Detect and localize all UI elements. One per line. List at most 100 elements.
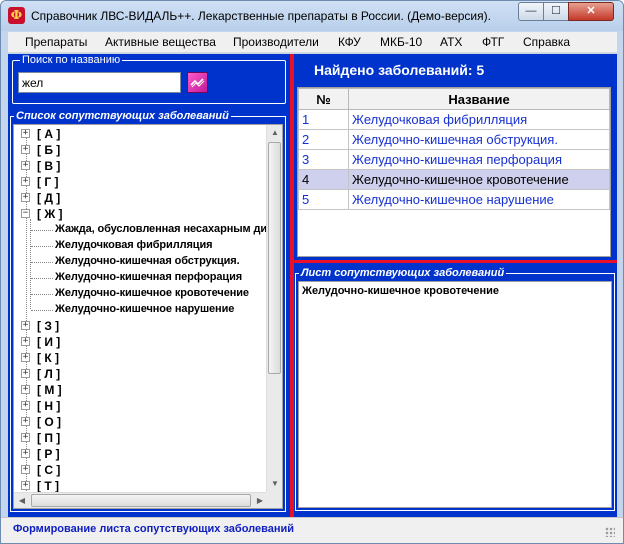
expand-icon[interactable]: +: [21, 353, 30, 362]
tree-node[interactable]: + [ К ]: [14, 350, 268, 366]
tree-node[interactable]: + [ Р ]: [14, 446, 268, 462]
table-row[interactable]: 5 Желудочно-кишечное нарушение: [298, 189, 610, 210]
expand-icon[interactable]: +: [21, 161, 30, 170]
expand-icon[interactable]: +: [21, 145, 30, 154]
tree-legend: Список сопутствующих заболеваний: [14, 110, 231, 122]
menu-item-help[interactable]: Справка: [523, 35, 570, 49]
scroll-thumb[interactable]: [31, 494, 251, 507]
column-header-name[interactable]: Название: [348, 88, 610, 110]
tree-node[interactable]: + [ О ]: [14, 414, 268, 430]
tree-leaf-label: Жажда, обусловленная несахарным диабетом: [55, 223, 268, 235]
title-bar[interactable]: Ф Справочник ЛВС-ВИДАЛЬ++. Лекарственные…: [1, 1, 623, 31]
expand-icon[interactable]: +: [21, 433, 30, 442]
scroll-up-icon[interactable]: ▲: [267, 125, 282, 141]
row-number: 1: [298, 109, 349, 130]
tree-node-label: [ Ж ]: [37, 207, 63, 221]
expand-icon[interactable]: +: [21, 449, 30, 458]
resize-grip-icon[interactable]: [605, 527, 615, 537]
tree-leaf[interactable]: Желудочно-кишечное кровотечение: [14, 286, 268, 302]
tree-node-expanded[interactable]: −[ Ж ]: [14, 206, 268, 222]
table-row[interactable]: 1 Желудочковая фибрилляция: [298, 109, 610, 130]
expand-icon[interactable]: +: [21, 465, 30, 474]
tree-node[interactable]: + [ П ]: [14, 430, 268, 446]
collapse-icon[interactable]: −: [21, 209, 30, 218]
tree-node-label: [ М ]: [37, 383, 62, 397]
horizontal-splitter[interactable]: [294, 260, 617, 263]
status-bar: Формирование листа сопутствующих заболев…: [1, 517, 623, 543]
tree-node[interactable]: + [ Л ]: [14, 366, 268, 382]
expand-icon[interactable]: +: [21, 193, 30, 202]
row-number: 2: [298, 129, 349, 150]
menu-item-active-substances[interactable]: Активные вещества: [105, 35, 216, 49]
results-grid[interactable]: № Название 1 Желудочковая фибрилляция 2 Же…: [297, 87, 611, 257]
row-number: 5: [298, 189, 349, 210]
row-number: 3: [298, 149, 349, 170]
tree-connector: [31, 262, 53, 263]
sheet-item[interactable]: Желудочно-кишечное кровотечение: [302, 285, 499, 297]
menu-item-manufacturers[interactable]: Производители: [233, 35, 319, 49]
tree-leaf[interactable]: Желудочно-кишечная перфорация: [14, 270, 268, 286]
expand-icon[interactable]: +: [21, 417, 30, 426]
table-row[interactable]: 2 Желудочно-кишечная обструкция.: [298, 129, 610, 150]
tree-node-label: [ Г ]: [37, 175, 59, 189]
expand-icon[interactable]: +: [21, 481, 30, 490]
expand-icon[interactable]: +: [21, 337, 30, 346]
tree-leaf-label: Желудочковая фибрилляция: [55, 239, 213, 251]
tree-node-label: [ Л ]: [37, 367, 61, 381]
tree-leaf[interactable]: Жажда, обусловленная несахарным диабетом: [14, 222, 268, 238]
expand-icon[interactable]: +: [21, 369, 30, 378]
tree-leaf[interactable]: Желудочно-кишечное нарушение: [14, 302, 268, 318]
table-row[interactable]: 3 Желудочно-кишечная перфорация: [298, 149, 610, 170]
row-name: Желудочно-кишечная перфорация: [348, 149, 610, 170]
tree-node-label: [ А ]: [37, 127, 61, 141]
expand-icon[interactable]: +: [21, 401, 30, 410]
tree-node[interactable]: + [ В ]: [14, 158, 268, 174]
search-go-button[interactable]: [187, 72, 208, 93]
minimize-button[interactable]: —: [518, 2, 544, 21]
tree-leaf[interactable]: Желудочно-кишечная обструкция.: [14, 254, 268, 270]
expand-icon[interactable]: +: [21, 321, 30, 330]
scroll-down-icon[interactable]: ▼: [267, 476, 282, 492]
tree-node[interactable]: + [ Д ]: [14, 190, 268, 206]
diseases-sheet-group: Лист сопутствующих заболеваний Желудочно…: [295, 267, 615, 511]
row-name: Желудочковая фибрилляция: [348, 109, 610, 130]
close-button[interactable]: ✕: [568, 2, 614, 21]
expand-icon[interactable]: +: [21, 385, 30, 394]
tree-node[interactable]: + [ Т ]: [14, 478, 268, 492]
tree-connector: [31, 310, 53, 311]
tree-node[interactable]: + [ З ]: [14, 318, 268, 334]
diseases-tree[interactable]: + [ А ] + [ Б ] + [ В ] + [ Г ] + [ Д ] −[ Ж …: [13, 124, 283, 509]
tree-node-label: [ С ]: [37, 463, 61, 477]
table-row-selected[interactable]: 4 Желудочно-кишечное кровотечение: [298, 169, 610, 190]
scroll-left-icon[interactable]: ◀: [14, 493, 30, 508]
status-text: Формирование листа сопутствующих заболев…: [13, 523, 295, 535]
menu-item-ftg[interactable]: ФТГ: [482, 35, 504, 49]
tree-node[interactable]: + [ И ]: [14, 334, 268, 350]
menu-item-kfu[interactable]: КФУ: [338, 35, 361, 49]
tree-leaf-label: Желудочно-кишечная перфорация: [55, 271, 243, 283]
column-header-number[interactable]: №: [298, 88, 349, 110]
search-input[interactable]: [18, 72, 181, 93]
tree-node[interactable]: + [ Б ]: [14, 142, 268, 158]
tree-node[interactable]: + [ С ]: [14, 462, 268, 478]
tree-node[interactable]: + [ А ]: [14, 126, 268, 142]
tree-leaf-label: Желудочно-кишечное нарушение: [55, 303, 235, 315]
scroll-thumb[interactable]: [268, 142, 281, 374]
tree-node[interactable]: + [ Н ]: [14, 398, 268, 414]
pharmacy-logo-icon: Ф: [8, 7, 25, 24]
expand-icon[interactable]: +: [21, 177, 30, 186]
menu-item-mkb10[interactable]: МКБ-10: [380, 35, 422, 49]
maximize-button[interactable]: ☐: [543, 2, 569, 21]
tree-leaf-label: Желудочно-кишечное кровотечение: [55, 287, 249, 299]
menu-item-atc[interactable]: АТХ: [440, 35, 462, 49]
tree-node[interactable]: + [ Г ]: [14, 174, 268, 190]
tree-node[interactable]: + [ М ]: [14, 382, 268, 398]
tree-leaf[interactable]: Желудочковая фибрилляция: [14, 238, 268, 254]
tree-horizontal-scrollbar[interactable]: ◀ ▶: [14, 492, 268, 508]
vertical-splitter[interactable]: [290, 54, 294, 517]
expand-icon[interactable]: +: [21, 129, 30, 138]
tree-connector: [31, 278, 53, 279]
diseases-sheet[interactable]: Желудочно-кишечное кровотечение: [298, 281, 612, 508]
tree-vertical-scrollbar[interactable]: ▲ ▼: [266, 125, 282, 492]
menu-item-preparations[interactable]: Препараты: [25, 35, 87, 49]
